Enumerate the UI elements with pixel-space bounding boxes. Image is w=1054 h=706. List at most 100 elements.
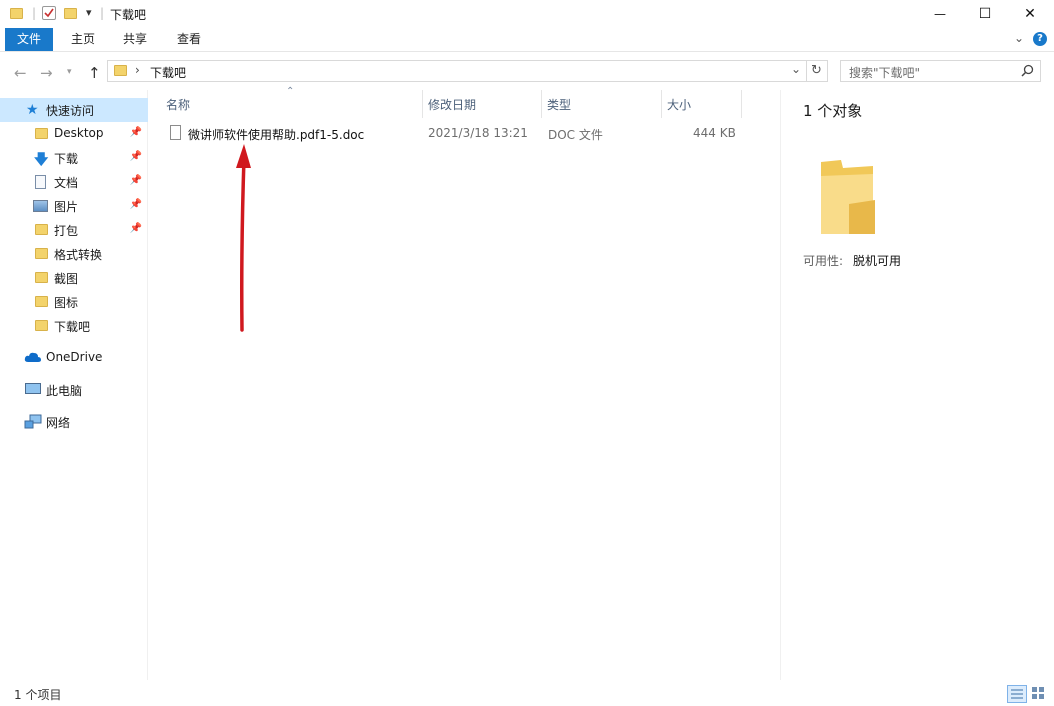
tab-file[interactable]: 文件 [5,28,54,51]
folder-icon [35,224,48,235]
details-view-icon[interactable] [1007,685,1027,703]
details-pane: 1 个对象 可用性: 脱机可用 [780,90,1054,680]
pin-icon[interactable]: 📌 [130,175,142,186]
breadcrumb-item[interactable]: 下载吧 [150,64,186,81]
recent-locations-icon[interactable]: ▾ [67,67,72,77]
cloud-icon [24,350,42,367]
search-icon[interactable] [1021,64,1034,80]
qat-dropdown[interactable]: ▾ [86,6,92,19]
pin-icon[interactable]: 📌 [130,151,142,162]
sidebar-item-quick-access[interactable]: ★ 快速访问 [0,98,148,122]
minimize-button[interactable]: — [917,0,963,28]
column-header-type[interactable]: 类型 [547,94,657,116]
sidebar-item-format-convert[interactable]: 格式转换 [0,242,148,266]
sidebar-item-label: OneDrive [46,350,103,364]
back-icon[interactable]: ← [14,64,27,82]
tab-home[interactable]: 主页 [59,28,107,51]
sidebar-item-pack[interactable]: 打包 📌 [0,218,148,242]
search-placeholder: 搜索"下载吧" [849,66,921,80]
availability-label: 可用性: [803,254,844,268]
file-size: 444 KB [693,126,736,140]
sidebar-item-downloads[interactable]: 🡇 下载 📌 [0,146,148,170]
up-icon[interactable]: ↑ [88,64,101,82]
sidebar-item-label: 格式转换 [54,248,103,262]
column-header-modified[interactable]: 修改日期 [428,94,538,116]
close-icon: ✕ [1024,6,1036,22]
column-divider[interactable] [741,90,742,118]
sidebar-item-label: 图标 [54,296,79,310]
sidebar-item-label: 下载 [54,152,79,166]
item-count: 1 个项目 [14,688,62,702]
pin-icon[interactable]: 📌 [130,223,142,234]
column-divider[interactable] [661,90,662,118]
column-divider[interactable] [541,90,542,118]
annotation-arrow [236,144,251,332]
navigation-bar: ← → ▾ ↑ › 下载吧 ⌄ ↻ 搜索"下载吧" [0,56,1054,88]
checklist-icon[interactable] [42,6,56,20]
sidebar-item-xiazaiba[interactable]: 下载吧 [0,314,148,338]
tab-view[interactable]: 查看 [165,28,213,51]
refresh-button[interactable]: ↻ [806,60,828,82]
column-header-name[interactable]: 名称 [166,94,416,116]
chevron-down-icon[interactable]: ⌄ [791,62,801,76]
qat-separator: | [100,6,105,20]
large-icons-view-icon[interactable] [1030,685,1048,703]
sidebar-item-label: 网络 [46,416,71,430]
folder-icon [35,320,48,331]
sidebar-item-pictures[interactable]: 图片 📌 [0,194,148,218]
ribbon-tabs: 文件 主页 共享 查看 ⌄ ? [0,28,1054,52]
star-icon: ★ [26,102,39,118]
folder-icon [35,272,48,283]
folder-icon [114,65,127,76]
minimize-icon: — [934,7,946,21]
breadcrumb-separator: › [135,63,140,77]
file-modified: 2021/3/18 13:21 [428,126,528,140]
sidebar-item-label: 快速访问 [46,104,95,118]
availability-value: 脱机可用 [853,254,902,268]
sidebar-item-label: 文档 [54,176,79,190]
help-icon[interactable]: ? [1033,32,1047,46]
picture-icon [33,200,48,212]
window-title: 下载吧 [110,8,147,22]
title-bar: | ▾ | 下载吧 — ☐ ✕ [0,0,1054,28]
address-bar[interactable]: › 下载吧 ⌄ [107,60,807,82]
sidebar-item-screenshots[interactable]: 截图 [0,266,148,290]
search-input[interactable]: 搜索"下载吧" [840,60,1041,82]
file-name[interactable]: 微讲师软件使用帮助.pdf1-5.doc [188,126,364,143]
maximize-icon: ☐ [978,6,992,22]
new-folder-icon[interactable] [64,8,77,19]
status-bar: 1 个项目 [0,682,1054,706]
maximize-button[interactable]: ☐ [962,0,1008,28]
folder-icon [35,248,48,259]
close-button[interactable]: ✕ [1007,0,1053,28]
sidebar-item-network[interactable]: 网络 [0,410,148,434]
folder-icon [819,158,877,239]
sidebar-item-label: 此电脑 [46,384,83,398]
pin-icon[interactable]: 📌 [130,199,142,210]
sidebar-item-desktop[interactable]: Desktop 📌 [0,122,148,146]
pin-icon[interactable]: 📌 [130,127,142,138]
selection-count: 1 个对象 [803,102,863,120]
file-type: DOC 文件 [548,128,603,142]
sidebar-item-documents[interactable]: 文档 📌 [0,170,148,194]
forward-icon[interactable]: → [40,64,53,82]
folder-icon [35,296,48,307]
sidebar-item-label: 截图 [54,272,79,286]
chevron-down-icon[interactable]: ⌄ [1014,31,1024,45]
sidebar-item-this-pc[interactable]: 此电脑 [0,378,148,402]
refresh-icon: ↻ [811,63,822,78]
qat-separator: | [32,6,37,20]
sidebar-item-label: Desktop [54,126,104,140]
sidebar-item-icons[interactable]: 图标 [0,290,148,314]
sidebar-item-label: 下载吧 [54,320,91,334]
folder-icon [35,128,48,139]
network-icon [24,414,42,433]
sidebar-item-label: 图片 [54,200,79,214]
sidebar-item-label: 打包 [54,224,79,238]
column-divider[interactable] [422,90,423,118]
sidebar-item-onedrive[interactable]: OneDrive [0,346,148,370]
tab-share[interactable]: 共享 [111,28,159,51]
document-icon [35,175,46,189]
column-header-size[interactable]: 大小 [667,94,737,116]
computer-icon [25,383,41,394]
